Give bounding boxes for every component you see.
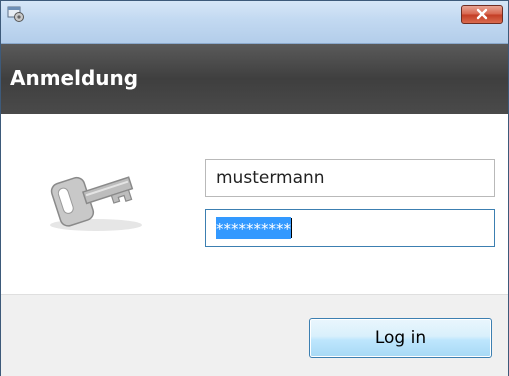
login-window: Anmeldung ********** Log in bbox=[0, 0, 509, 376]
page-title: Anmeldung bbox=[10, 66, 139, 90]
password-value: ********** bbox=[216, 217, 291, 239]
key-icon bbox=[41, 159, 151, 239]
username-field[interactable] bbox=[205, 159, 495, 197]
app-window-icon bbox=[7, 5, 25, 23]
close-button[interactable] bbox=[461, 5, 503, 24]
close-x-icon bbox=[475, 5, 489, 24]
header-banner: Anmeldung bbox=[1, 44, 508, 114]
text-caret bbox=[291, 218, 292, 238]
footer-bar: Log in bbox=[1, 294, 508, 376]
login-button[interactable]: Log in bbox=[309, 318, 492, 358]
title-bar[interactable] bbox=[1, 1, 508, 44]
login-form: ********** bbox=[1, 114, 508, 294]
password-field[interactable]: ********** bbox=[205, 209, 495, 247]
